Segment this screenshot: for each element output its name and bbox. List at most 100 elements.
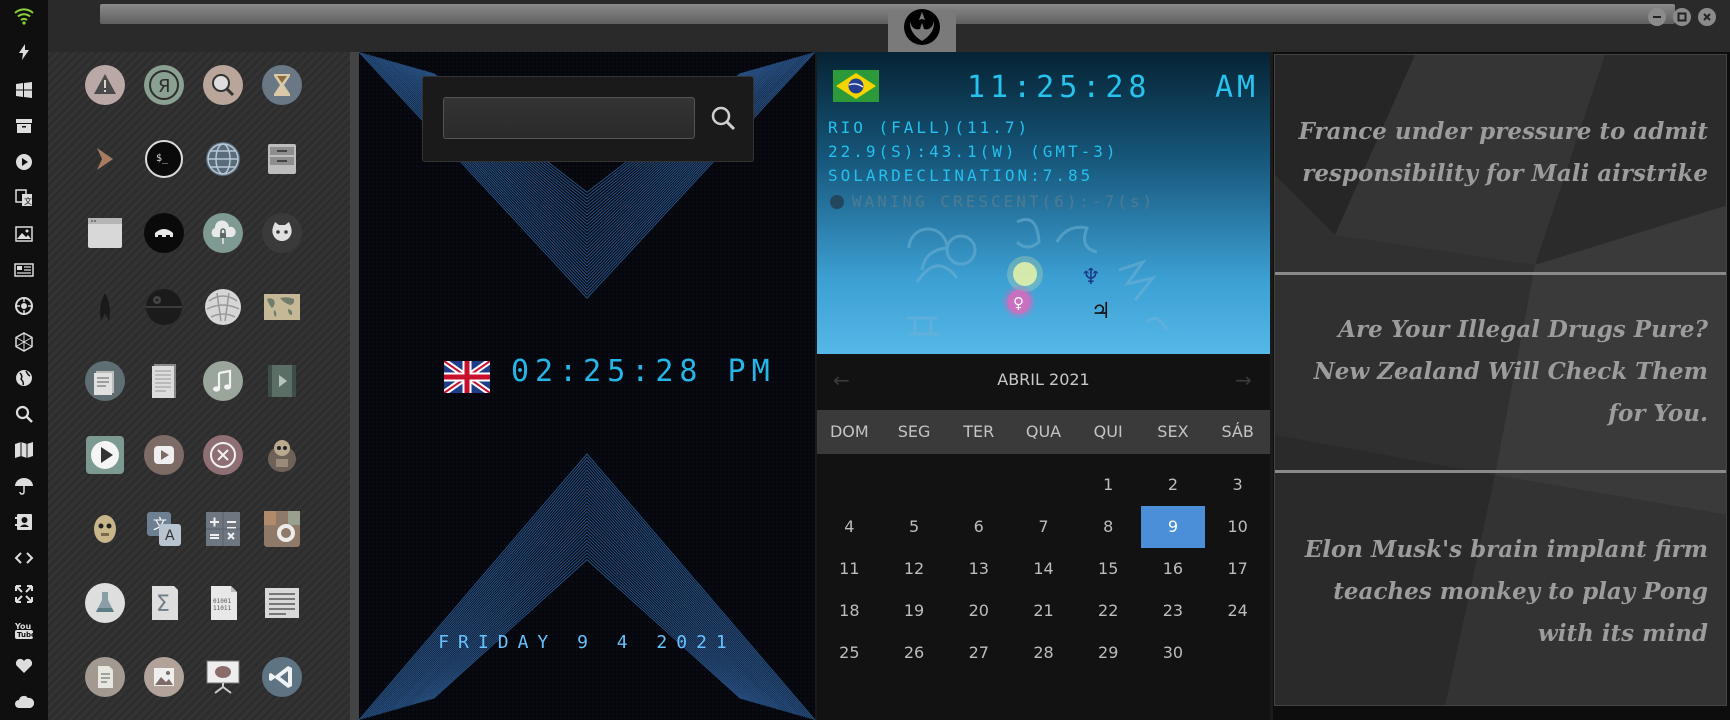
calendar-day[interactable]: 29 [1076, 632, 1141, 674]
calendar-day[interactable]: 12 [882, 548, 947, 590]
translate-icon[interactable]: 文A [144, 509, 184, 549]
calendar-day[interactable]: 27 [946, 632, 1011, 674]
calendar-day[interactable]: 22 [1076, 590, 1141, 632]
calendar-day[interactable]: 19 [882, 590, 947, 632]
minimize-button[interactable] [1648, 8, 1666, 26]
console-icon[interactable]: $_ [144, 139, 184, 179]
text-file-icon[interactable] [85, 657, 125, 697]
file-server-icon[interactable] [262, 139, 302, 179]
calendar-day[interactable]: 13 [946, 548, 1011, 590]
calendar-day[interactable]: 1 [1076, 464, 1141, 506]
wifi-icon[interactable] [10, 2, 38, 30]
calendar-day[interactable]: 15 [1076, 548, 1141, 590]
windows-icon[interactable] [10, 76, 38, 104]
umbrella-icon[interactable] [10, 472, 38, 500]
calendar-day-today[interactable]: 9 [1140, 506, 1206, 548]
youtube-icon[interactable]: You Tube [10, 616, 38, 644]
close-button[interactable] [1698, 8, 1716, 26]
world-map-icon[interactable] [262, 287, 302, 327]
calendar-day[interactable]: 17 [1205, 548, 1270, 590]
calendar-day[interactable]: 30 [1141, 632, 1206, 674]
wikipedia-icon[interactable] [203, 287, 243, 327]
yandex-icon[interactable]: Я [144, 65, 184, 105]
calendar-day[interactable]: 3 [1205, 464, 1270, 506]
archive-icon[interactable] [10, 112, 38, 140]
warning-icon[interactable] [85, 65, 125, 105]
robot-icon[interactable] [262, 435, 302, 475]
calendar-day[interactable]: 28 [1011, 632, 1076, 674]
calendar-day[interactable]: 14 [1011, 548, 1076, 590]
news-headline[interactable]: France under pressure to admit responsib… [1285, 111, 1708, 195]
sum-icon[interactable]: Σ [144, 583, 184, 623]
play-button-icon[interactable] [85, 435, 125, 475]
search-button[interactable] [706, 101, 740, 135]
terminal-prompt-icon[interactable] [85, 139, 125, 179]
calendar-day[interactable]: 5 [882, 506, 947, 548]
video-icon[interactable] [262, 361, 302, 401]
death-star-icon[interactable] [144, 287, 184, 327]
news-panel: France under pressure to admit responsib… [1273, 52, 1730, 720]
calendar-day[interactable]: 21 [1011, 590, 1076, 632]
panel-divider[interactable] [350, 52, 359, 720]
calculator-icon[interactable] [203, 509, 243, 549]
calendar-day[interactable]: 6 [946, 506, 1011, 548]
calendar-day[interactable]: 20 [946, 590, 1011, 632]
window-icon[interactable] [85, 213, 125, 253]
image-viewer-icon[interactable] [144, 657, 184, 697]
text-lines-icon[interactable] [262, 583, 302, 623]
globe-icon[interactable] [203, 139, 243, 179]
calendar-day[interactable]: 10 [1205, 506, 1270, 548]
contact-icon[interactable] [10, 508, 38, 536]
calendar-day[interactable]: 23 [1141, 590, 1206, 632]
calendar-day[interactable]: 26 [882, 632, 947, 674]
sleep-mask-icon[interactable] [144, 213, 184, 253]
document-icon[interactable] [144, 361, 184, 401]
lab-flask-icon[interactable] [85, 583, 125, 623]
calendar-day[interactable]: 11 [817, 548, 882, 590]
flash-icon[interactable] [10, 38, 38, 66]
calendar-day[interactable]: 7 [1011, 506, 1076, 548]
cloud-icon[interactable] [10, 688, 38, 716]
maximize-button[interactable] [1673, 8, 1691, 26]
news-headline[interactable]: Elon Musk's brain implant firm teaches m… [1285, 529, 1708, 655]
settings-icon[interactable] [10, 292, 38, 320]
calendar-day[interactable]: 2 [1141, 464, 1206, 506]
cloud-lock-icon[interactable] [203, 213, 243, 253]
heart-icon[interactable] [10, 652, 38, 680]
calendar-day[interactable]: 4 [817, 506, 882, 548]
calendar-day[interactable]: 18 [817, 590, 882, 632]
search-icon[interactable] [203, 65, 243, 105]
calendar-day[interactable]: 25 [817, 632, 882, 674]
camera-icon[interactable] [262, 509, 302, 549]
calendar-day[interactable]: 8 [1076, 506, 1141, 548]
c3po-icon[interactable] [85, 509, 125, 549]
video-player-icon[interactable] [144, 435, 184, 475]
search-box [422, 76, 754, 162]
play-icon[interactable] [10, 148, 38, 176]
news-headline[interactable]: Are Your Illegal Drugs Pure? New Zealand… [1285, 309, 1708, 435]
map-icon[interactable] [10, 436, 38, 464]
starfleet-icon[interactable] [85, 287, 125, 327]
github-icon[interactable] [262, 213, 302, 253]
translate-icon[interactable]: 文 [10, 184, 38, 212]
search-icon[interactable] [10, 400, 38, 428]
search-input[interactable] [443, 97, 695, 139]
code-icon[interactable] [10, 544, 38, 572]
presentation-icon[interactable] [203, 657, 243, 697]
binary-file-icon[interactable]: 01001 11011 [203, 583, 243, 623]
close-circle-icon[interactable] [203, 435, 243, 475]
calendar-weekday: SEG [897, 422, 931, 441]
image-icon[interactable] [10, 220, 38, 248]
vscode-icon[interactable] [262, 657, 302, 697]
calendar-day[interactable]: 24 [1205, 590, 1270, 632]
globe-icon[interactable] [10, 364, 38, 392]
book-icon[interactable] [85, 361, 125, 401]
expand-icon[interactable] [10, 580, 38, 608]
calendar-day[interactable]: 16 [1141, 548, 1206, 590]
hexagon-icon[interactable] [10, 328, 38, 356]
music-icon[interactable] [203, 361, 243, 401]
search-icon [711, 106, 736, 131]
news-icon[interactable] [10, 256, 38, 284]
hourglass-icon[interactable] [262, 65, 302, 105]
calendar-next-button[interactable]: → [1235, 368, 1252, 392]
